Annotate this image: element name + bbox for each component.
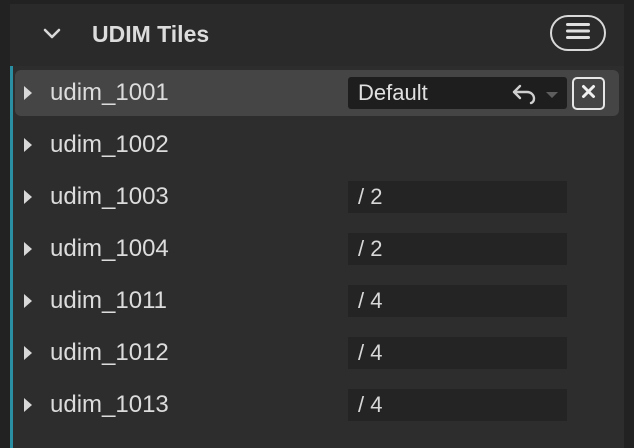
panel-title: UDIM Tiles [92,21,210,47]
udim-row-1001[interactable]: udim_1001 Default [15,70,619,116]
close-box-icon [581,84,596,104]
udim-row-1002[interactable]: udim_1002 [15,122,619,168]
udim-tiles-panel: UDIM Tiles udim_1001 Default udim_1002 u… [10,4,624,448]
row-label: udim_1011 [50,287,167,314]
expand-arrow-icon[interactable] [24,346,32,360]
clear-button[interactable] [572,77,605,110]
panel-menu-button[interactable] [550,15,606,51]
row-label: udim_1013 [50,391,169,418]
caret-down-icon[interactable] [546,92,558,98]
hamburger-menu-icon [565,21,591,46]
udim-row-1003[interactable]: udim_1003 / 2 [15,174,619,220]
row-value-field[interactable]: / 4 [348,337,567,369]
udim-row-1004[interactable]: udim_1004 / 2 [15,226,619,272]
udim-row-1013[interactable]: udim_1013 / 4 [15,382,619,428]
expand-arrow-icon[interactable] [24,190,32,204]
section-accent-bar [10,66,13,448]
expand-arrow-icon[interactable] [24,86,32,100]
row-label: udim_1012 [50,339,169,366]
row-label: udim_1002 [50,131,169,158]
row-label: udim_1004 [50,235,169,262]
row-label: udim_1001 [50,79,169,106]
revert-arrow-icon[interactable] [511,83,537,105]
expand-arrow-icon[interactable] [24,242,32,256]
udim-row-1011[interactable]: udim_1011 / 4 [15,278,619,324]
expand-arrow-icon[interactable] [24,138,32,152]
panel-header[interactable]: UDIM Tiles [10,4,624,66]
expand-arrow-icon[interactable] [24,398,32,412]
udim-row-1012[interactable]: udim_1012 / 4 [15,330,619,376]
row-value-field[interactable]: / 4 [348,389,567,421]
row-value-field[interactable]: / 2 [348,181,567,213]
row-value-field[interactable]: / 4 [348,285,567,317]
expand-arrow-icon[interactable] [24,294,32,308]
material-dropdown[interactable]: Default [348,77,567,109]
dropdown-value: Default [358,80,428,105]
row-label: udim_1003 [50,183,169,210]
row-value-field[interactable]: / 2 [348,233,567,265]
chevron-down-icon[interactable] [42,24,62,44]
